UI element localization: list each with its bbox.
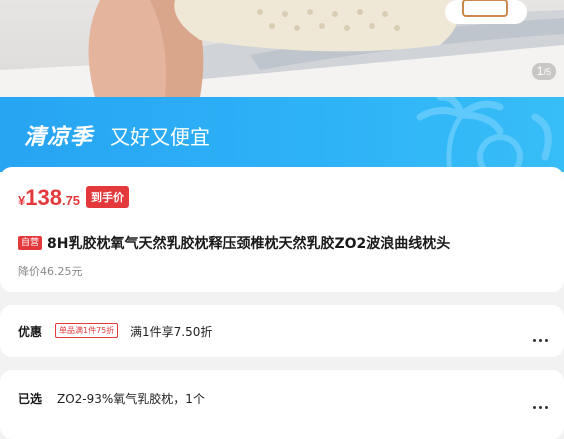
- selection-text: ZO2-93%氧气乳胶枕，1个: [57, 392, 205, 406]
- price-drop-text: 降价46.25元: [18, 265, 83, 278]
- final-price-tag: 到手价: [86, 186, 129, 208]
- price-card: ¥138.75 到手价 自营 8H乳胶枕氧气天然乳胶枕释压颈椎枕天然乳胶ZO2波…: [0, 167, 564, 292]
- image-counter: 1/5: [531, 63, 556, 80]
- product-image-carousel[interactable]: 1/5: [0, 0, 564, 97]
- promotion-row[interactable]: 优惠 单品满1件75折 满1件享7.50折: [0, 305, 564, 357]
- season-promo-banner[interactable]: 清凉季 又好又便宜: [0, 97, 564, 172]
- self-operated-badge: 自营: [18, 236, 43, 250]
- final-price: ¥138.75: [18, 187, 80, 209]
- product-photo: [0, 0, 564, 97]
- banner-title: 清凉季: [24, 125, 94, 150]
- more-icon[interactable]: [530, 327, 548, 346]
- price-decimal: .75: [61, 193, 81, 208]
- selection-label: 已选: [18, 392, 43, 406]
- image-counter-total: /5: [543, 67, 551, 77]
- price-integer: 138: [25, 185, 62, 210]
- product-title: 8H乳胶枕氧气天然乳胶枕释压颈椎枕天然乳胶ZO2波浪曲线枕头: [47, 236, 451, 252]
- selection-row[interactable]: 已选 ZO2-93%氧气乳胶枕，1个: [0, 370, 564, 439]
- promotion-label: 优惠: [18, 325, 43, 339]
- coupon-badge: 单品满1件75折: [55, 323, 119, 338]
- promotion-text: 满1件享7.50折: [130, 325, 213, 339]
- banner-subtitle: 又好又便宜: [110, 125, 210, 149]
- more-icon[interactable]: [530, 394, 548, 413]
